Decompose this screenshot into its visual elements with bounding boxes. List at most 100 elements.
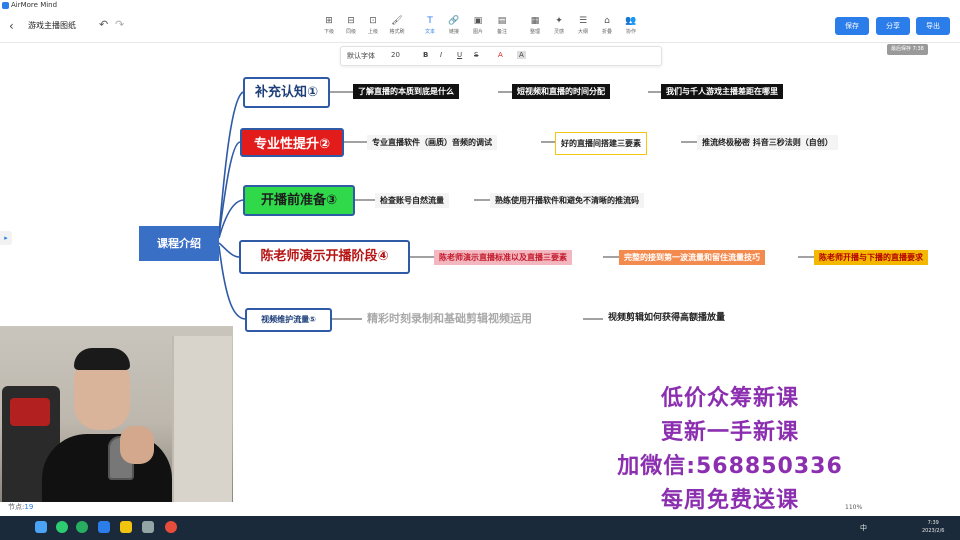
leaf-node[interactable]: 推流终极秘密 抖音三秒法则（自创） <box>697 135 838 150</box>
leaf-node[interactable]: 熟练使用开播软件和避免不清晰的推流码 <box>490 193 644 208</box>
back-arrow-icon[interactable]: ‹ <box>9 19 14 33</box>
leaf-node[interactable]: 我们与千人游戏主播差距在哪里 <box>661 84 783 99</box>
chat-app-icon[interactable] <box>76 521 88 533</box>
leaf-node[interactable]: 视频剪辑如何获得高额播放量 <box>603 311 730 326</box>
tool-label: 文本 <box>424 29 435 35</box>
node-count-value: 19 <box>24 503 34 511</box>
tool-label: 链接 <box>448 29 459 35</box>
italic-button[interactable]: I <box>440 51 442 59</box>
promo-line-2: 更新一手新课 <box>660 420 799 445</box>
idea-icon: ✦ <box>555 16 563 26</box>
text-icon: T <box>427 16 433 26</box>
presenter-hand <box>120 426 154 464</box>
bold-button[interactable]: B <box>423 51 428 59</box>
redo-icon[interactable]: ↷ <box>115 18 124 31</box>
branch-node-3[interactable]: 开播前准备③ <box>243 185 355 216</box>
tool-label: 灵感 <box>553 29 564 35</box>
clock-time: 7:39 <box>927 520 939 526</box>
start-icon[interactable] <box>35 521 47 533</box>
highlight-button[interactable]: A <box>517 51 526 59</box>
gaming-chair-accent <box>10 398 50 426</box>
tool-label: 图片 <box>472 29 483 35</box>
share-button[interactable]: 分享 <box>876 17 910 35</box>
connector-branch-2 <box>218 141 241 237</box>
tool-collapse[interactable]: ⌂ 折叠 <box>594 15 620 35</box>
leaf-node[interactable]: 陈老师演示直播标准以及直播三要素 <box>434 250 572 265</box>
leaf-node[interactable]: 完整的接到第一波流量和留住流量技巧 <box>619 250 765 265</box>
tool-label: 折叠 <box>601 29 612 35</box>
airmore-icon[interactable] <box>98 521 110 533</box>
font-size-select[interactable]: 20 <box>391 51 400 59</box>
media-icon[interactable] <box>142 521 154 533</box>
recorder-icon[interactable] <box>165 521 177 533</box>
tool-label: 协作 <box>625 29 636 35</box>
text-format-bar: 默认字体 20 B I U S A A <box>340 46 662 66</box>
document-title[interactable]: 游戏主播图纸 <box>28 20 76 31</box>
system-clock[interactable]: 7:39 2023/2/6 <box>922 519 944 535</box>
promo-line-3: 加微信:568850336 <box>617 454 843 479</box>
format-brush-icon: 🖌 <box>391 16 403 26</box>
strikethrough-button[interactable]: S <box>474 51 478 59</box>
promo-line-1: 低价众筹新课 <box>660 386 799 411</box>
tool-label: 整理 <box>529 29 540 35</box>
clock-date: 2023/2/6 <box>922 528 945 534</box>
tool-outline[interactable]: ☰ 大纲 <box>570 15 596 35</box>
tool-text[interactable]: T 文本 <box>417 15 443 35</box>
wechat-icon[interactable] <box>56 521 68 533</box>
tool-arrange[interactable]: ▦ 整理 <box>522 15 548 35</box>
outline-icon: ☰ <box>578 16 588 26</box>
branch-node-5[interactable]: 视频维护流量⑤ <box>245 308 332 332</box>
leaf-node[interactable]: 好的直播间搭建三要素 <box>555 132 647 155</box>
branch-node-2[interactable]: 专业性提升② <box>240 128 344 157</box>
leaf-node[interactable]: 陈老师开播与下播的直播要求 <box>814 250 928 265</box>
underline-button[interactable]: U <box>457 51 462 59</box>
node-count-label: 节点: <box>8 503 25 511</box>
undo-icon[interactable]: ↶ <box>99 18 108 31</box>
app-logo-icon <box>2 2 9 9</box>
tool-label: 格式刷 <box>389 29 405 35</box>
tool-image[interactable]: ▣ 图片 <box>465 15 491 35</box>
leaf-node[interactable]: 精彩时刻录制和基础剪辑视频运用 <box>362 311 537 327</box>
autosave-status: 最后保存 7:38 <box>887 44 928 55</box>
mindmap-root-node[interactable]: 课程介绍 <box>139 226 219 261</box>
webcam-overlay <box>0 326 233 502</box>
tool-note[interactable]: ▤ 备注 <box>489 15 515 35</box>
tool-parent[interactable]: ⊡ 上级 <box>360 15 386 35</box>
arrange-icon: ▦ <box>530 16 540 26</box>
leaf-node[interactable]: 短视频和直播的时间分配 <box>512 84 610 99</box>
expand-panel-icon[interactable]: ▸ <box>0 231 12 245</box>
input-method-indicator[interactable]: 中 <box>860 516 867 540</box>
save-button[interactable]: 保存 <box>835 17 869 35</box>
tool-label: 上级 <box>367 29 378 35</box>
tool-label: 大纲 <box>577 29 588 35</box>
font-family-select[interactable]: 默认字体 <box>347 51 375 61</box>
leaf-node[interactable]: 了解直播的本质到底是什么 <box>353 84 459 99</box>
presenter-hair <box>74 348 130 370</box>
export-button[interactable]: 导出 <box>916 17 950 35</box>
main-toolbar: ‹ 游戏主播图纸 ↶ ↷ ⊞ 下级 ⊟ 同级 ⊡ 上级 🖌 格式刷 T 文本 🔗… <box>0 11 960 43</box>
collapse-icon: ⌂ <box>604 16 610 26</box>
branch-node-1[interactable]: 补充认知① <box>243 77 330 108</box>
app-name: AirMore Mind <box>11 1 58 9</box>
windows-taskbar: 中 7:39 2023/2/6 <box>0 516 960 540</box>
font-color-button[interactable]: A <box>498 51 503 59</box>
branch-node-4[interactable]: 陈老师演示开播阶段④ <box>239 240 410 274</box>
tool-link[interactable]: 🔗 链接 <box>441 15 467 35</box>
app-window: AirMore Mind ‹ 游戏主播图纸 ↶ ↷ ⊞ 下级 ⊟ 同级 ⊡ 上级… <box>0 0 960 540</box>
title-bar: AirMore Mind <box>0 0 960 11</box>
tool-idea[interactable]: ✦ 灵感 <box>546 15 572 35</box>
folder-icon[interactable] <box>120 521 132 533</box>
link-icon: 🔗 <box>448 16 460 26</box>
collab-icon: 👥 <box>625 16 637 26</box>
status-bar: 节点:19 110% <box>0 500 960 516</box>
note-icon: ▤ <box>497 16 507 26</box>
leaf-node[interactable]: 专业直播软件（画质）音频的调试 <box>367 135 497 150</box>
tool-label: 备注 <box>496 29 507 35</box>
tool-collab[interactable]: 👥 协作 <box>618 15 644 35</box>
node-count: 节点:19 <box>8 502 33 512</box>
leaf-node[interactable]: 检查账号自然流量 <box>375 193 449 208</box>
tool-format-brush[interactable]: 🖌 格式刷 <box>384 15 410 35</box>
connector-branch-4 <box>218 242 240 258</box>
zoom-level[interactable]: 110% <box>845 500 862 516</box>
background-door <box>172 336 232 502</box>
